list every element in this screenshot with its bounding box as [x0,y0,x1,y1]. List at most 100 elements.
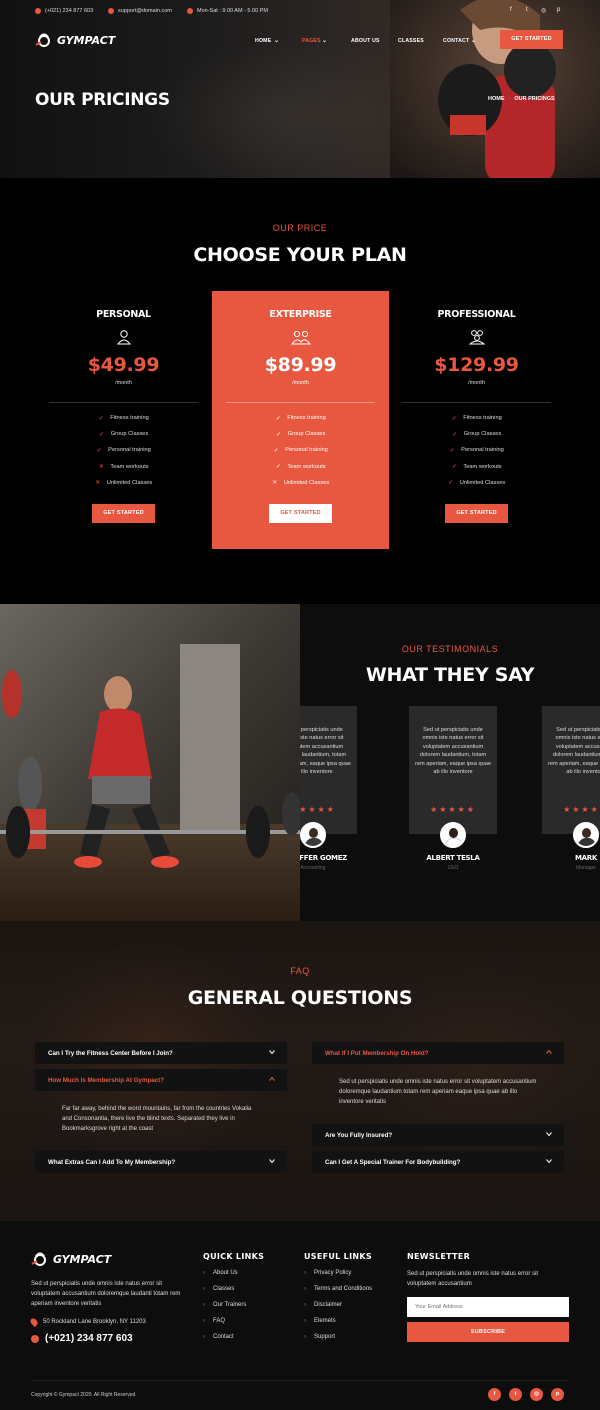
footer-link[interactable]: › Privacy Policy [304,1270,351,1276]
plan-get-started-button[interactable]: GET STARTED [445,504,508,523]
nav-about-us[interactable]: ABOUT US [351,38,380,44]
plan-name: EXTERPRISE [269,309,332,320]
plan-get-started-button[interactable]: GET STARTED [92,504,155,523]
faq-question-text: Are You Fully Insured? [325,1131,393,1139]
subscribe-button[interactable]: SUBSCRIBE [407,1322,569,1342]
feature-item: ✓ Unlimited Classes [388,475,565,491]
feature-label: Team workouts [110,463,149,470]
twitter-icon[interactable]: t [509,1388,522,1401]
feature-item: ✕ Team workouts [35,459,212,475]
faq-question[interactable]: What Extras Can I Add To My Membership? [35,1151,287,1173]
nav-classes[interactable]: CLASSES [398,38,424,44]
feature-item: ✕ Unlimited Classes [35,475,212,491]
facebook-icon[interactable]: f [510,7,512,13]
footer-divider [31,1380,569,1381]
author-role: Manager [576,865,596,871]
cross-icon: ✕ [272,480,278,487]
check-icon: ✓ [451,464,457,471]
get-started-button[interactable]: GET STARTED [500,30,563,49]
feature-item: ✓ Fitness training [35,410,212,426]
chevron-down-icon [269,1050,275,1055]
faq-question[interactable]: What If I Put Membership On Hold? [312,1042,564,1064]
pricing-kicker: OUR PRICE [272,223,328,233]
author-role: CEO [447,865,459,871]
footer-link[interactable]: › Disclaimer [304,1302,342,1308]
check-icon: ✓ [275,464,281,471]
breadcrumb-current: OUR PRICINGS [514,96,555,102]
nav-pages[interactable]: PAGES [302,38,321,44]
faq-question-text: How Much Is Membership At Gympact? [48,1076,164,1084]
testimonial-card: Sed ut perspiciatis unde omnis iste natu… [300,706,357,834]
faq-question[interactable]: Can I Get A Special Trainer For Bodybuil… [312,1151,564,1173]
feature-label: Unlimited Classes [459,479,506,486]
topbar-phone-text: (+021) 234 877 603 [45,8,94,14]
footer-link-label: FAQ [213,1318,226,1324]
topbar-hours: Mon-Sat : 9.00 AM - 5.00 PM [187,8,268,14]
footer-link[interactable]: › Classes [203,1286,234,1292]
footer-link[interactable]: › Support [304,1334,335,1340]
footer-link[interactable]: › Terms and Conditions [304,1286,372,1292]
feature-item: ✓ Fitness training [388,410,565,426]
feature-list: ✓ Fitness training ✓ Group Classes ✓ Person… [388,410,565,491]
page-title: OUR PRICINGS [35,90,170,110]
plan-name: PROFESSIONAL [437,309,516,320]
breadcrumb-home[interactable]: HOME [488,96,505,102]
footer-address: 50 Rockland Lane Brooklyn, NY 11203 [29,1317,146,1327]
faq-question[interactable]: Are You Fully Insured? [312,1124,564,1146]
footer-phone-text: (+021) 234 877 603 [45,1333,133,1344]
avatar [440,822,466,848]
logo-text: GYMPACT [57,33,116,47]
testimonial-author: ALBERT TESLA CEO [409,822,497,871]
check-icon: ✓ [275,415,281,422]
footer-phone[interactable]: (+021) 234 877 603 [31,1333,133,1344]
useful-links-title: USEFUL LINKS [304,1252,372,1261]
feature-label: Group Classes [110,431,149,438]
logo-text: GYMPACT [53,1252,112,1266]
chevron-down-icon [546,1159,552,1164]
twitter-icon[interactable]: t [526,7,528,13]
nav-contact[interactable]: CONTACT [443,38,469,44]
faq-answer: Far far away, behind the word mountains,… [62,1106,252,1132]
footer-link[interactable]: › About Us [203,1270,238,1276]
top-bar: (+021) 234 877 603 support@domain.com Mo… [0,0,600,24]
footer-logo[interactable]: GYMPACT [31,1252,111,1266]
instagram-icon[interactable]: ◎ [530,1388,543,1401]
footer-link-label: Privacy Policy [314,1270,352,1276]
logo[interactable]: GYMPACT [35,33,115,47]
instagram-icon[interactable]: ◎ [541,7,546,14]
footer-link[interactable]: › FAQ [203,1318,225,1324]
feature-item: ✓ Group Classes [212,426,389,442]
divider [49,402,198,403]
check-icon: ✓ [451,415,457,422]
chevron-right-icon: › [304,1318,306,1324]
newsletter-text: Sed ut perspiciatis unde omnis iste natu… [407,1271,539,1287]
pinterest-icon[interactable]: p [557,7,560,13]
footer-link-label: Elemets [314,1318,336,1324]
plan-name: PERSONAL [96,309,151,320]
feature-item: ✓ Fitness training [212,410,389,426]
footer-link[interactable]: › Elemets [304,1318,336,1324]
plan-period: /month [115,380,132,386]
faq-question-text: Can I Get A Special Trainer For Bodybuil… [325,1158,461,1166]
check-icon: ✓ [273,447,279,454]
faq-question[interactable]: Can I Try the Fitness Center Before I Jo… [35,1042,287,1064]
footer-address-text: 50 Rockland Lane Brooklyn, NY 11203 [43,1319,146,1325]
footer-link-label: Contact [213,1334,234,1340]
faq-question[interactable]: How Much Is Membership At Gympact? [35,1069,287,1091]
facebook-icon[interactable]: f [488,1388,501,1401]
feature-label: Team workouts [287,463,326,470]
topbar-email[interactable]: support@domain.com [108,8,172,14]
topbar-phone[interactable]: (+021) 234 877 603 [35,8,93,14]
chevron-down-icon: ⌄ [274,38,280,44]
check-icon: ✓ [448,480,454,487]
footer-link[interactable]: › Contact [203,1334,234,1340]
newsletter-email-input[interactable] [407,1297,569,1317]
footer-link[interactable]: › Our Trainers [203,1302,246,1308]
faq-kicker: FAQ [290,966,310,976]
chevron-right-icon: › [203,1318,205,1324]
pinterest-icon[interactable]: p [551,1388,564,1401]
chevron-right-icon: › [304,1286,306,1292]
avatar [573,822,599,848]
plan-get-started-button[interactable]: GET STARTED [269,504,332,523]
nav-home[interactable]: HOME [255,38,271,44]
